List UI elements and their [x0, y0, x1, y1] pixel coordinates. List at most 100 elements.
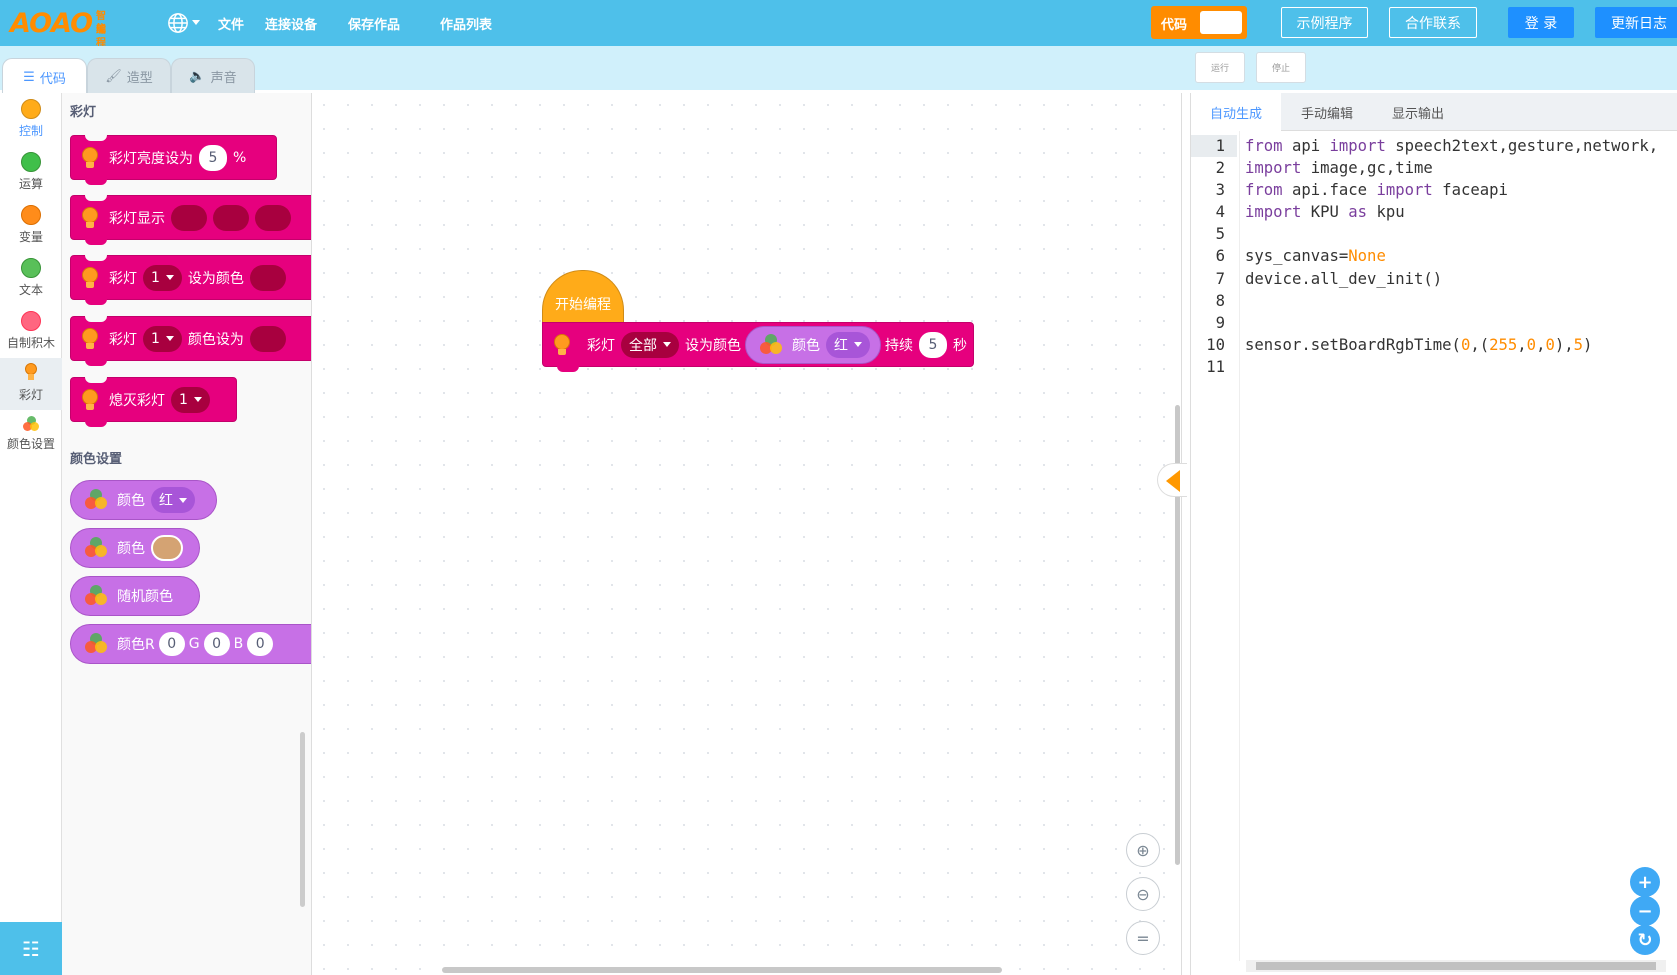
- code-line[interactable]: 6 sys_canvas=None: [1191, 245, 1677, 267]
- code-text: import image,gc,time: [1245, 159, 1433, 178]
- code-toggle-switch[interactable]: [1200, 11, 1242, 34]
- code-line[interactable]: 3 from api.face import faceapi: [1191, 179, 1677, 201]
- app-logo[interactable]: AOAO 智能 编程: [10, 7, 125, 49]
- zoom-out-button[interactable]: ⊖: [1126, 877, 1160, 911]
- menu-save-work[interactable]: 保存作品: [348, 14, 400, 33]
- palette-section-color-settings: 颜色设置: [70, 452, 123, 467]
- palette-block-color-rgb[interactable]: 颜色R 0 G 0 B 0: [70, 624, 311, 664]
- bulb-icon: [81, 266, 99, 289]
- nested-color-block[interactable]: 颜色 红: [745, 325, 881, 364]
- block-label: 彩灯亮度设为: [109, 150, 193, 167]
- palette-block-turn-off-light[interactable]: 熄灭彩灯 1: [70, 377, 237, 427]
- tab-manual-edit[interactable]: 手动编辑: [1282, 93, 1372, 131]
- globe-icon[interactable]: [167, 12, 189, 34]
- green-input[interactable]: 0: [203, 632, 230, 656]
- run-button[interactable]: 运行: [1195, 52, 1245, 83]
- nested-color-dropdown[interactable]: 红: [826, 331, 870, 358]
- add-extension-button[interactable]: ☷: [0, 922, 62, 975]
- login-button[interactable]: 登 录: [1508, 7, 1574, 38]
- palette-scrollbar[interactable]: [300, 732, 305, 907]
- category-control[interactable]: 控制: [0, 93, 62, 145]
- code-line[interactable]: 5: [1191, 223, 1677, 245]
- minus-icon: −: [1637, 900, 1653, 922]
- brightness-input[interactable]: 5: [199, 144, 227, 171]
- top-bar: AOAO 智能 编程 文件 连接设备 保存作品 作品列表 代码 示例程序 合作联…: [0, 0, 1677, 49]
- code-line[interactable]: 2 import image,gc,time: [1191, 157, 1677, 179]
- category-control-label: 控制: [18, 124, 43, 138]
- palette-block-color-picker[interactable]: 颜色: [70, 528, 200, 568]
- code-editor[interactable]: 1 from api import speech2text,gesture,net…: [1191, 131, 1677, 378]
- language-caret-icon[interactable]: [192, 20, 200, 25]
- color-slot-1[interactable]: [171, 204, 207, 231]
- b-label: B: [233, 636, 244, 652]
- palette-block-color-preset[interactable]: 颜色 红: [70, 480, 217, 520]
- line-number: 2: [1215, 159, 1225, 178]
- line-number: 7: [1215, 269, 1225, 288]
- category-rgb-light-label: 彩灯: [18, 388, 43, 402]
- palette-block-set-brightness[interactable]: 彩灯亮度设为 5 %: [70, 135, 277, 185]
- code-reset-button[interactable]: ↻: [1630, 925, 1660, 955]
- line-number: 9: [1215, 313, 1225, 332]
- code-zoom-in-button[interactable]: +: [1630, 867, 1660, 897]
- color-dropdown[interactable]: 红: [151, 487, 195, 513]
- color-slot-3[interactable]: [255, 204, 291, 231]
- plus-icon: +: [1637, 871, 1653, 893]
- tab-sound[interactable]: 🔈 声音: [171, 58, 255, 94]
- rgb-icon: [23, 416, 39, 432]
- palette-block-light-color-set[interactable]: 彩灯 1 颜色设为: [70, 316, 311, 366]
- blue-input[interactable]: 0: [247, 632, 274, 656]
- color-slot[interactable]: [249, 264, 286, 291]
- control-dot-icon: [21, 99, 41, 119]
- menu-work-list[interactable]: 作品列表: [440, 14, 492, 33]
- code-toggle[interactable]: 代码: [1151, 6, 1247, 39]
- tab-code[interactable]: ☰ 代码: [2, 58, 87, 95]
- workspace-horizontal-scrollbar[interactable]: [442, 967, 1002, 973]
- red-input[interactable]: 0: [158, 632, 185, 656]
- code-line[interactable]: 4 import KPU as kpu: [1191, 201, 1677, 223]
- category-variables[interactable]: 变量: [0, 199, 62, 251]
- menu-file[interactable]: 文件: [218, 14, 244, 33]
- code-line[interactable]: 11: [1191, 356, 1677, 378]
- light-index-dropdown[interactable]: 1: [143, 264, 182, 291]
- code-line[interactable]: 7 device.all_dev_init(): [1191, 268, 1677, 290]
- color-slot-2[interactable]: [213, 204, 249, 231]
- palette-block-random-color[interactable]: 随机颜色: [70, 576, 200, 616]
- tab-costume[interactable]: 🖌 造型: [87, 58, 171, 94]
- examples-button[interactable]: 示例程序: [1281, 7, 1368, 38]
- stop-button[interactable]: 停止: [1256, 52, 1306, 83]
- changelog-button[interactable]: 更新日志: [1595, 7, 1677, 38]
- category-rgb-light[interactable]: 彩灯: [0, 358, 62, 410]
- menu-connect-device[interactable]: 连接设备: [265, 14, 317, 33]
- category-color-settings[interactable]: 颜色设置: [0, 411, 62, 463]
- color-swatch[interactable]: [151, 535, 183, 561]
- tab-auto-generate[interactable]: 自动生成: [1191, 93, 1281, 131]
- workspace-block-set-color-duration[interactable]: 彩灯 全部 设为颜色 颜色 红 持续 5 秒: [542, 322, 974, 372]
- light-index-dropdown[interactable]: 1: [143, 325, 182, 352]
- contact-button[interactable]: 合作联系: [1389, 7, 1477, 38]
- palette-block-set-light-color[interactable]: 彩灯 1 设为颜色: [70, 255, 311, 305]
- script-workspace[interactable]: [312, 93, 1182, 975]
- color-slot[interactable]: [249, 325, 286, 352]
- code-line[interactable]: 1 from api import speech2text,gesture,net…: [1191, 135, 1677, 158]
- tab-code-label: 代码: [39, 71, 66, 87]
- code-line[interactable]: 9: [1191, 312, 1677, 334]
- category-operators[interactable]: 运算: [0, 146, 62, 198]
- code-horizontal-scrollbar[interactable]: [1246, 960, 1666, 972]
- extension-icon: ☷: [22, 936, 40, 961]
- target-dropdown[interactable]: 全部: [621, 331, 679, 358]
- light-index-dropdown[interactable]: 1: [171, 386, 210, 413]
- category-text[interactable]: 文本: [0, 252, 62, 304]
- collapse-panel-arrow-icon[interactable]: [1157, 463, 1187, 497]
- category-custom-blocks[interactable]: 自制积木: [0, 305, 62, 357]
- duration-input[interactable]: 5: [919, 331, 947, 358]
- zoom-reset-button[interactable]: =: [1126, 921, 1160, 955]
- logo-sub-2: 编程: [96, 24, 107, 49]
- zoom-in-button[interactable]: ⊕: [1126, 833, 1160, 867]
- block-label: 彩灯显示: [109, 210, 165, 227]
- palette-block-light-display[interactable]: 彩灯显示: [70, 195, 311, 245]
- code-line[interactable]: 8: [1191, 290, 1677, 312]
- code-zoom-out-button[interactable]: −: [1630, 896, 1660, 926]
- tab-show-output[interactable]: 显示输出: [1373, 93, 1463, 131]
- code-line[interactable]: 10 sensor.setBoardRgbTime(0,(255,0,0),5): [1191, 334, 1677, 356]
